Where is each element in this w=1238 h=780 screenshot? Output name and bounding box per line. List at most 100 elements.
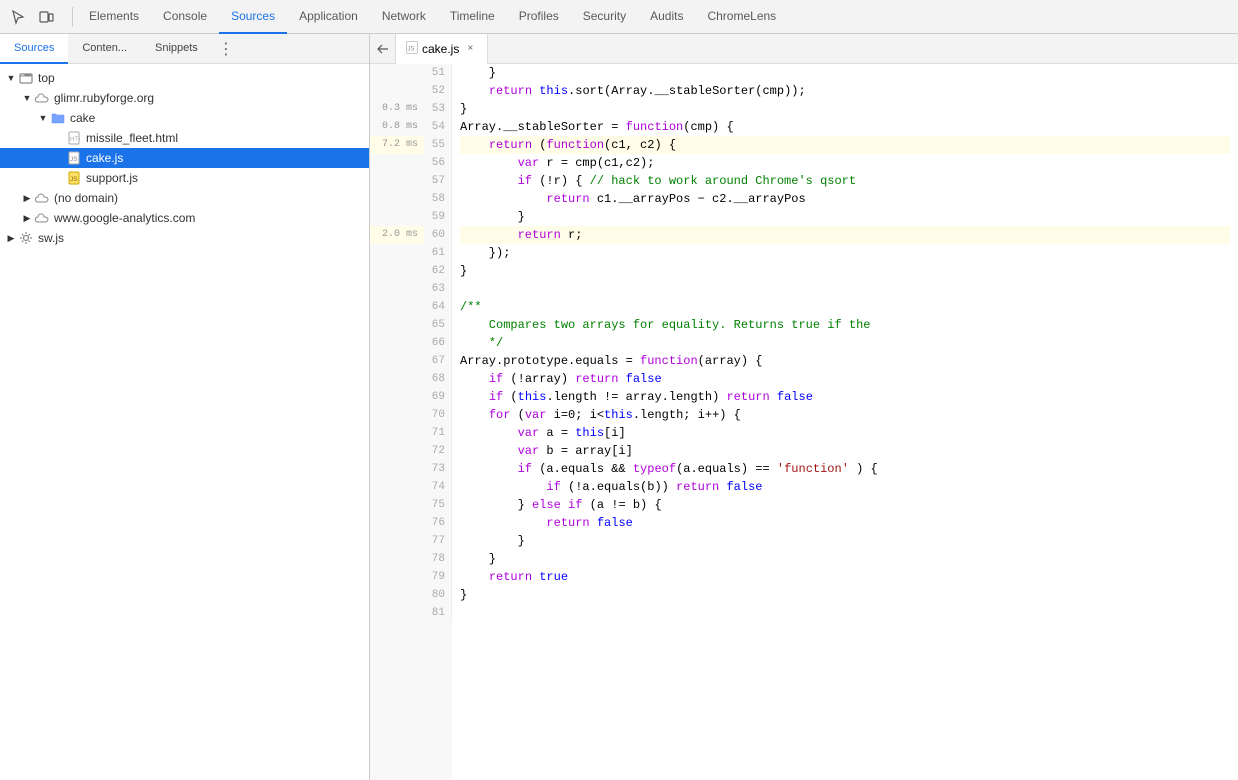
code-area[interactable]: 51520.3 ms530.8 ms547.2 ms55565758592.0 … bbox=[370, 64, 1238, 780]
gutter-row-69: 69 bbox=[370, 388, 452, 406]
tree-item-cake-js[interactable]: JS cake.js bbox=[0, 148, 369, 168]
tab-profiles[interactable]: Profiles bbox=[507, 0, 571, 34]
file-tab-navigate-icon[interactable] bbox=[370, 34, 396, 64]
linenum-76: 76 bbox=[424, 514, 452, 532]
tab-application[interactable]: Application bbox=[287, 0, 370, 34]
code-line-63 bbox=[460, 280, 1230, 298]
code-line-73: if (a.equals && typeof(a.equals) == 'fun… bbox=[460, 460, 1230, 478]
code-line-72: var b = array[i] bbox=[460, 442, 1230, 460]
tree-item-glimr[interactable]: ▼ glimr.rubyforge.org bbox=[0, 88, 369, 108]
tab-console[interactable]: Console bbox=[151, 0, 219, 34]
tab-elements[interactable]: Elements bbox=[77, 0, 151, 34]
linenum-80: 80 bbox=[424, 586, 452, 604]
gutter-row-75: 75 bbox=[370, 496, 452, 514]
code-line-54: Array.__stableSorter = function(cmp) { bbox=[460, 118, 1230, 136]
gutter-row-77: 77 bbox=[370, 532, 452, 550]
tab-network[interactable]: Network bbox=[370, 0, 438, 34]
linenum-57: 57 bbox=[424, 172, 452, 190]
linenum-55: 55 bbox=[424, 136, 452, 154]
tree-label-cake-js: cake.js bbox=[86, 151, 123, 165]
toolbar-divider bbox=[72, 7, 73, 27]
code-line-77: } bbox=[460, 532, 1230, 550]
timing-55: 7.2 ms bbox=[370, 136, 424, 154]
tab-security[interactable]: Security bbox=[571, 0, 638, 34]
code-line-65: Compares two arrays for equality. Return… bbox=[460, 316, 1230, 334]
tree-chevron-missile-fleet bbox=[52, 131, 66, 145]
tree-label-missile-fleet: missile_fleet.html bbox=[86, 131, 178, 145]
gutter-row-68: 68 bbox=[370, 370, 452, 388]
tree-label-top: top bbox=[38, 71, 55, 85]
linenum-79: 79 bbox=[424, 568, 452, 586]
tree-label-cake-folder: cake bbox=[70, 111, 95, 125]
svg-text:JS: JS bbox=[408, 46, 415, 52]
gutter-row-81: 81 bbox=[370, 604, 452, 622]
linenum-52: 52 bbox=[424, 82, 452, 100]
code-line-60: return r; bbox=[460, 226, 1230, 244]
tree-item-missile-fleet[interactable]: HTML missile_fleet.html bbox=[0, 128, 369, 148]
tree-item-google-analytics[interactable]: ▶www.google-analytics.com bbox=[0, 208, 369, 228]
code-line-79: return true bbox=[460, 568, 1230, 586]
code-line-69: if (this.length != array.length) return … bbox=[460, 388, 1230, 406]
tab-audits[interactable]: Audits bbox=[638, 0, 695, 34]
linenum-54: 54 bbox=[424, 118, 452, 136]
file-tab-cakejs-label: cake.js bbox=[422, 42, 459, 56]
linenum-62: 62 bbox=[424, 262, 452, 280]
file-tab-cakejs-close[interactable]: × bbox=[463, 42, 477, 56]
main-container: SourcesConten...Snippets⋮ ▼top ▼ glimr.rub… bbox=[0, 34, 1238, 780]
tree-item-support-js[interactable]: JSsupport.js bbox=[0, 168, 369, 188]
linenum-63: 63 bbox=[424, 280, 452, 298]
tree-icon-cake-js: JS bbox=[66, 150, 82, 166]
tree-label-no-domain: (no domain) bbox=[54, 191, 118, 205]
linenum-67: 67 bbox=[424, 352, 452, 370]
linenum-66: 66 bbox=[424, 334, 452, 352]
gutter-row-70: 70 bbox=[370, 406, 452, 424]
sub-tabs-more-button[interactable]: ⋮ bbox=[214, 37, 238, 61]
tree-chevron-google-analytics: ▶ bbox=[20, 211, 34, 225]
cursor-icon[interactable] bbox=[4, 3, 32, 31]
tree-item-no-domain[interactable]: ▶ (no domain) bbox=[0, 188, 369, 208]
tree-item-cake-folder[interactable]: ▼cake bbox=[0, 108, 369, 128]
tree-chevron-glimr: ▼ bbox=[20, 91, 34, 105]
gutter-row-52: 52 bbox=[370, 82, 452, 100]
gutter-row-53: 0.3 ms53 bbox=[370, 100, 452, 118]
sub-tab-content[interactable]: Conten... bbox=[68, 34, 141, 64]
svg-text:JS: JS bbox=[70, 176, 78, 183]
timing-53: 0.3 ms bbox=[370, 100, 424, 118]
gutter-row-79: 79 bbox=[370, 568, 452, 586]
gutter-row-57: 57 bbox=[370, 172, 452, 190]
linenum-58: 58 bbox=[424, 190, 452, 208]
gutter-row-54: 0.8 ms54 bbox=[370, 118, 452, 136]
gutter-row-55: 7.2 ms55 bbox=[370, 136, 452, 154]
left-panel: SourcesConten...Snippets⋮ ▼top ▼ glimr.rub… bbox=[0, 34, 370, 780]
tree-icon-no-domain bbox=[34, 190, 50, 206]
tab-chromelens[interactable]: ChromeLens bbox=[695, 0, 788, 34]
tree-item-top[interactable]: ▼top bbox=[0, 68, 369, 88]
tree-icon-top bbox=[18, 70, 34, 86]
linenum-70: 70 bbox=[424, 406, 452, 424]
gutter-row-72: 72 bbox=[370, 442, 452, 460]
gutter-row-60: 2.0 ms60 bbox=[370, 226, 452, 244]
device-toolbar-icon[interactable] bbox=[32, 3, 60, 31]
tree-chevron-cake-js bbox=[52, 151, 66, 165]
code-line-81 bbox=[460, 604, 1230, 622]
code-line-75: } else if (a != b) { bbox=[460, 496, 1230, 514]
tree-item-sw-js[interactable]: ▶sw.js bbox=[0, 228, 369, 248]
code-line-67: Array.prototype.equals = function(array)… bbox=[460, 352, 1230, 370]
tab-sources[interactable]: Sources bbox=[219, 0, 287, 34]
linenum-75: 75 bbox=[424, 496, 452, 514]
gutter-row-80: 80 bbox=[370, 586, 452, 604]
code-content[interactable]: } return this.sort(Array.__stableSorter(… bbox=[452, 64, 1238, 780]
tree-label-glimr: glimr.rubyforge.org bbox=[54, 91, 154, 105]
code-line-57: if (!r) { // hack to work around Chrome'… bbox=[460, 172, 1230, 190]
tab-timeline[interactable]: Timeline bbox=[438, 0, 507, 34]
gutter-row-51: 51 bbox=[370, 64, 452, 82]
file-tab-cakejs[interactable]: JS cake.js × bbox=[396, 34, 488, 64]
file-tree: ▼top ▼ glimr.rubyforge.org ▼cake HTML missile… bbox=[0, 64, 369, 780]
sub-tab-sources[interactable]: Sources bbox=[0, 34, 68, 64]
gutter-row-67: 67 bbox=[370, 352, 452, 370]
gutter-row-76: 76 bbox=[370, 514, 452, 532]
code-gutter: 51520.3 ms530.8 ms547.2 ms55565758592.0 … bbox=[370, 64, 452, 780]
sub-tab-snippets[interactable]: Snippets bbox=[141, 34, 212, 64]
tree-chevron-no-domain: ▶ bbox=[20, 191, 34, 205]
tree-icon-missile-fleet: HTML bbox=[66, 130, 82, 146]
